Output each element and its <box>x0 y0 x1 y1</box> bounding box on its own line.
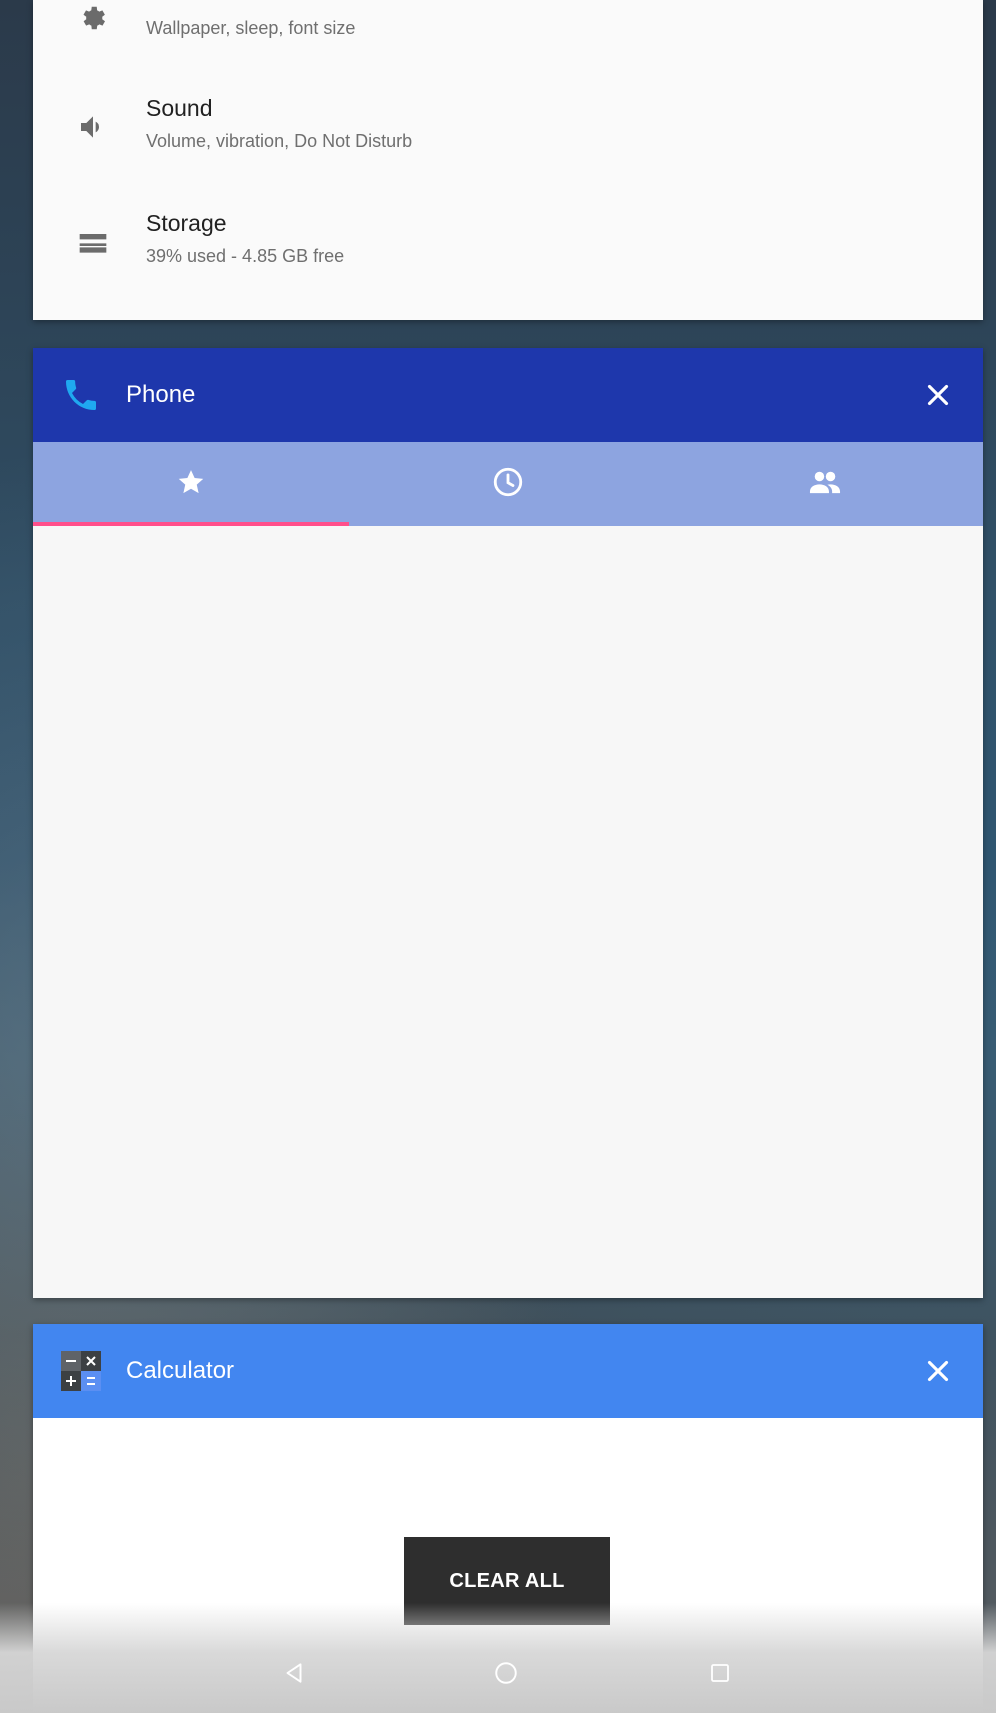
star-icon <box>176 467 206 502</box>
setting-subtitle: 39% used - 4.85 GB free <box>146 246 345 266</box>
setting-display[interactable]: Wallpaper, sleep, font size <box>33 0 983 80</box>
tab-selected-indicator <box>33 522 349 526</box>
volume-icon <box>73 107 113 147</box>
phone-icon <box>61 375 101 415</box>
setting-storage[interactable]: Storage 39% used - 4.85 GB free <box>33 200 983 310</box>
setting-subtitle: Volume, vibration, Do Not Disturb <box>146 131 413 151</box>
clock-icon <box>491 465 525 504</box>
calculator-icon <box>61 1351 101 1391</box>
people-icon <box>806 463 844 506</box>
setting-sound[interactable]: Sound Volume, vibration, Do Not Disturb <box>33 85 983 195</box>
setting-title: Sound <box>146 95 213 121</box>
close-icon[interactable] <box>921 1354 955 1388</box>
phone-app-header: Phone <box>33 348 983 442</box>
recents-icon[interactable] <box>698 1651 742 1695</box>
tab-favorites[interactable] <box>33 442 349 526</box>
settings-app-card[interactable]: Wallpaper, sleep, font size Sound Volume… <box>33 0 983 320</box>
tab-contacts[interactable] <box>667 442 983 526</box>
navigation-bar <box>0 1603 996 1713</box>
app-title: Phone <box>126 381 196 408</box>
setting-subtitle: Wallpaper, sleep, font size <box>146 18 356 38</box>
close-icon[interactable] <box>921 378 955 412</box>
app-title: Calculator <box>126 1357 235 1384</box>
tab-recents[interactable] <box>350 442 666 526</box>
phone-app-card[interactable]: Phone <box>33 348 983 1298</box>
phone-tab-bar <box>33 442 983 526</box>
display-gear-icon <box>73 0 113 38</box>
back-icon[interactable] <box>272 1651 316 1695</box>
storage-icon <box>73 222 113 262</box>
home-icon[interactable] <box>484 1651 528 1695</box>
calculator-app-header: Calculator <box>33 1324 983 1418</box>
setting-title: Storage <box>146 210 227 236</box>
